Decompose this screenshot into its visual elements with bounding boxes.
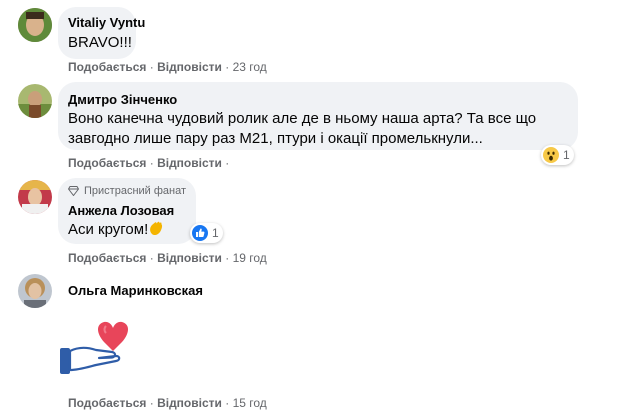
comment-text-line2: завгодно лише пару раз М21, птури і окац… [68,130,483,147]
badge-label: Пристрасний фанат [84,185,187,197]
separator: · [146,251,158,265]
comment-text-content: Аси кругом! [68,221,149,238]
comment-actions-1: Подобається · Відповісти · 23 год [68,60,267,74]
reaction-count: 1 [563,148,570,162]
clapping-hands-icon [149,221,163,242]
comment-author[interactable]: Vitaliy Vyntu [68,15,145,30]
wow-emoji-icon [543,147,559,163]
comment-bubble-2: Дмитро Зінченко Воно канечна чудовий рол… [58,82,578,150]
avatar-image [18,274,52,308]
avatar-vitaliy[interactable] [18,8,52,42]
reaction-count: 1 [212,226,219,240]
comment-text-line1: Воно канечна чудовий ролик але де в ньом… [68,110,537,127]
comment-text: Аси кругом! [68,220,163,242]
like-action[interactable]: Подобається [68,251,146,265]
reply-action[interactable]: Відповісти [157,156,222,170]
timestamp[interactable]: 15 год [233,396,267,410]
reply-action[interactable]: Відповісти [157,60,222,74]
fan-badge: Пристрасний фанат [68,185,186,197]
separator: · [146,60,158,74]
separator: · [146,156,158,170]
avatar-image [18,84,52,118]
comment-author[interactable]: Анжела Лозовая [68,203,174,218]
separator: · [146,396,158,410]
comment-author[interactable]: Ольга Маринковская [68,283,203,298]
reply-action[interactable]: Відповісти [157,251,222,265]
comment-bubble-3: Пристрасний фанат Анжела Лозовая Аси кру… [58,178,196,244]
avatar-dmytro[interactable] [18,84,52,118]
avatar-olga[interactable] [18,274,52,308]
comment-actions-3: Подобається · Відповісти · 19 год [68,251,267,265]
timestamp[interactable]: 19 год [233,251,267,265]
timestamp[interactable]: 23 год [233,60,267,74]
reply-action[interactable]: Відповісти [157,396,222,410]
reaction-summary-3[interactable]: 1 [190,223,223,243]
like-action[interactable]: Подобається [68,60,146,74]
comment-bubble-1: Vitaliy Vyntu BRAVO!!! [58,7,145,59]
reaction-summary-2[interactable]: 1 [541,145,574,165]
avatar-image [18,180,52,214]
hand-holding-heart-sticker [56,318,140,380]
comment-text: BRAVO!!! [68,34,132,51]
comment-author[interactable]: Дмитро Зінченко [68,92,177,107]
like-action[interactable]: Подобається [68,156,146,170]
comment-actions-4: Подобається · Відповісти · 15 год [68,396,267,410]
like-action[interactable]: Подобається [68,396,146,410]
avatar-image [18,8,52,42]
separator: · [221,156,230,170]
like-icon [192,225,208,241]
diamond-icon [68,186,79,196]
avatar-anzhela[interactable] [18,180,52,214]
separator: · [221,396,233,410]
separator: · [221,251,233,265]
separator: · [221,60,233,74]
comment-actions-2: Подобається · Відповісти · [68,156,229,170]
